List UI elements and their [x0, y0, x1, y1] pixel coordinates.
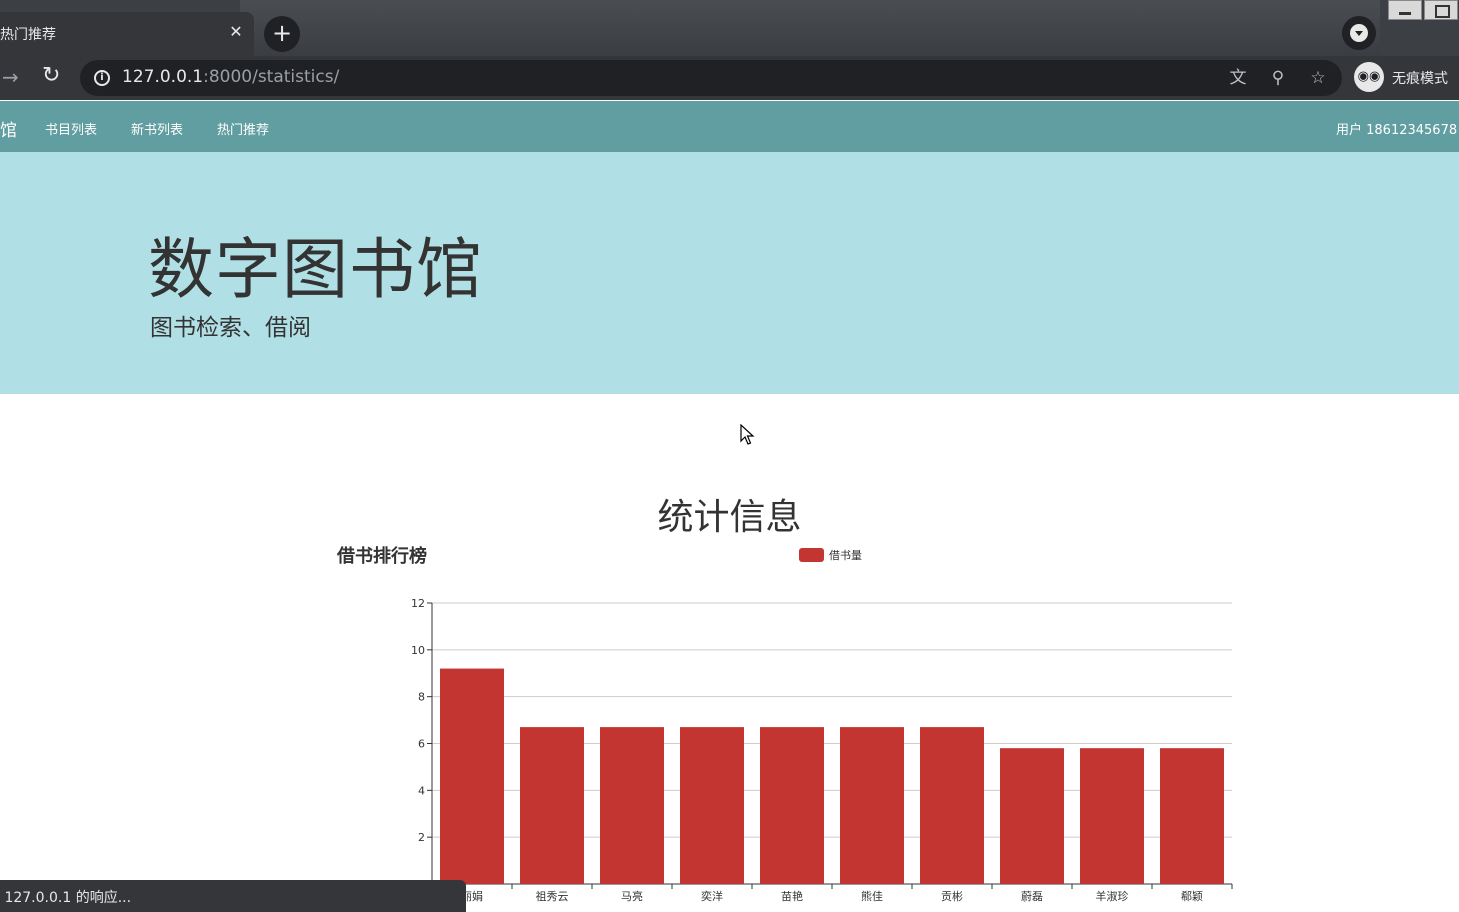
section-title: 统计信息 [657, 497, 802, 538]
zoom-icon[interactable]: ⚲ [1268, 68, 1288, 88]
maximize-icon[interactable] [1424, 0, 1458, 20]
site-navbar: 数字图书馆 书目列表 新书列表 热门推荐 用户 18612345678 [0, 101, 1459, 152]
browser-tab-bar: 热门推荐 ✕ + [0, 0, 1459, 56]
legend-label: 借书量 [829, 549, 862, 562]
navbar-brand[interactable]: 数字图书馆 [0, 116, 17, 141]
jumbotron: 数字图书馆 图书检索、借阅 [0, 152, 1459, 394]
status-bubble: 等待 127.0.0.1 的响应... [0, 880, 466, 912]
forward-arrow-icon[interactable]: → [2, 66, 24, 88]
chart-title: 借书排行榜 [336, 545, 427, 567]
bar [920, 727, 984, 884]
x-tick-label: 蔚磊 [1021, 890, 1043, 903]
bar [600, 727, 664, 884]
y-tick-label: 12 [411, 597, 425, 610]
nav-link-hot[interactable]: 热门推荐 [217, 119, 269, 138]
x-tick-label: 羊淑珍 [1096, 889, 1129, 903]
bookmark-star-icon[interactable]: ☆ [1308, 68, 1328, 88]
minimize-icon[interactable] [1388, 0, 1422, 20]
site-info-icon[interactable]: i [94, 70, 110, 86]
x-tick-label: 贡彬 [941, 890, 963, 903]
browser-toolbar: → ↻ i 127.0.0.1:8000/statistics/ 文 ⚲ ☆ ◉… [0, 56, 1459, 100]
url-text[interactable]: 127.0.0.1:8000/statistics/ [122, 67, 339, 87]
incognito-indicator[interactable]: ◉◉ 无痕模式 [1354, 62, 1459, 94]
nav-user-menu[interactable]: 用户 18612345678 [1336, 119, 1457, 138]
x-tick-label: 奕洋 [701, 889, 723, 903]
bar [1000, 748, 1064, 884]
reload-icon[interactable]: ↻ [42, 64, 66, 88]
y-tick-label: 10 [411, 644, 425, 657]
url-path: :8000/statistics/ [203, 67, 340, 87]
y-tick-label: 4 [418, 784, 425, 797]
status-text: 等待 127.0.0.1 的响应... [0, 890, 132, 906]
translate-icon[interactable]: 文 [1228, 68, 1248, 88]
x-tick-label: 熊佳 [861, 889, 883, 903]
jumbotron-subtitle: 图书检索、借阅 [150, 315, 311, 341]
bar [680, 727, 744, 884]
y-tick-label: 6 [418, 738, 425, 751]
nav-link-new-books[interactable]: 新书列表 [131, 119, 183, 138]
bar [1160, 748, 1224, 884]
x-tick-label: 马亮 [621, 889, 643, 903]
y-tick-label: 2 [418, 831, 425, 844]
window-controls [1388, 0, 1459, 20]
tab-search-icon[interactable] [1342, 16, 1376, 50]
mouse-cursor-icon [740, 424, 755, 445]
y-tick-label: 8 [418, 691, 425, 704]
bar [760, 727, 824, 884]
bar [440, 668, 504, 884]
bar [520, 727, 584, 884]
x-tick-label: 郗颖 [1181, 890, 1203, 903]
nav-link-catalog[interactable]: 书目列表 [45, 119, 97, 138]
borrow-ranking-chart: 借书排行榜借书量024681012丽娟祖秀云马亮奕洋苗艳熊佳贡彬蔚磊羊淑珍郗颖 [336, 545, 1233, 903]
tab-bar-background [240, 0, 1380, 56]
new-tab-plus-icon[interactable]: + [264, 16, 300, 52]
tab-close-icon[interactable]: ✕ [226, 22, 246, 42]
bar [1080, 748, 1144, 884]
x-tick-label: 苗艳 [781, 889, 803, 903]
x-tick-label: 祖秀云 [536, 889, 569, 903]
url-host: 127.0.0.1 [122, 67, 204, 87]
address-bar[interactable]: i 127.0.0.1:8000/statistics/ 文 ⚲ ☆ [80, 60, 1342, 96]
tab-title: 热门推荐 [0, 27, 56, 43]
bar [840, 727, 904, 884]
incognito-label: 无痕模式 [1392, 71, 1448, 87]
incognito-icon: ◉◉ [1354, 62, 1384, 92]
jumbotron-title: 数字图书馆 [148, 231, 483, 308]
legend-swatch [799, 548, 824, 562]
browser-tab-active[interactable]: 热门推荐 ✕ [0, 12, 254, 56]
